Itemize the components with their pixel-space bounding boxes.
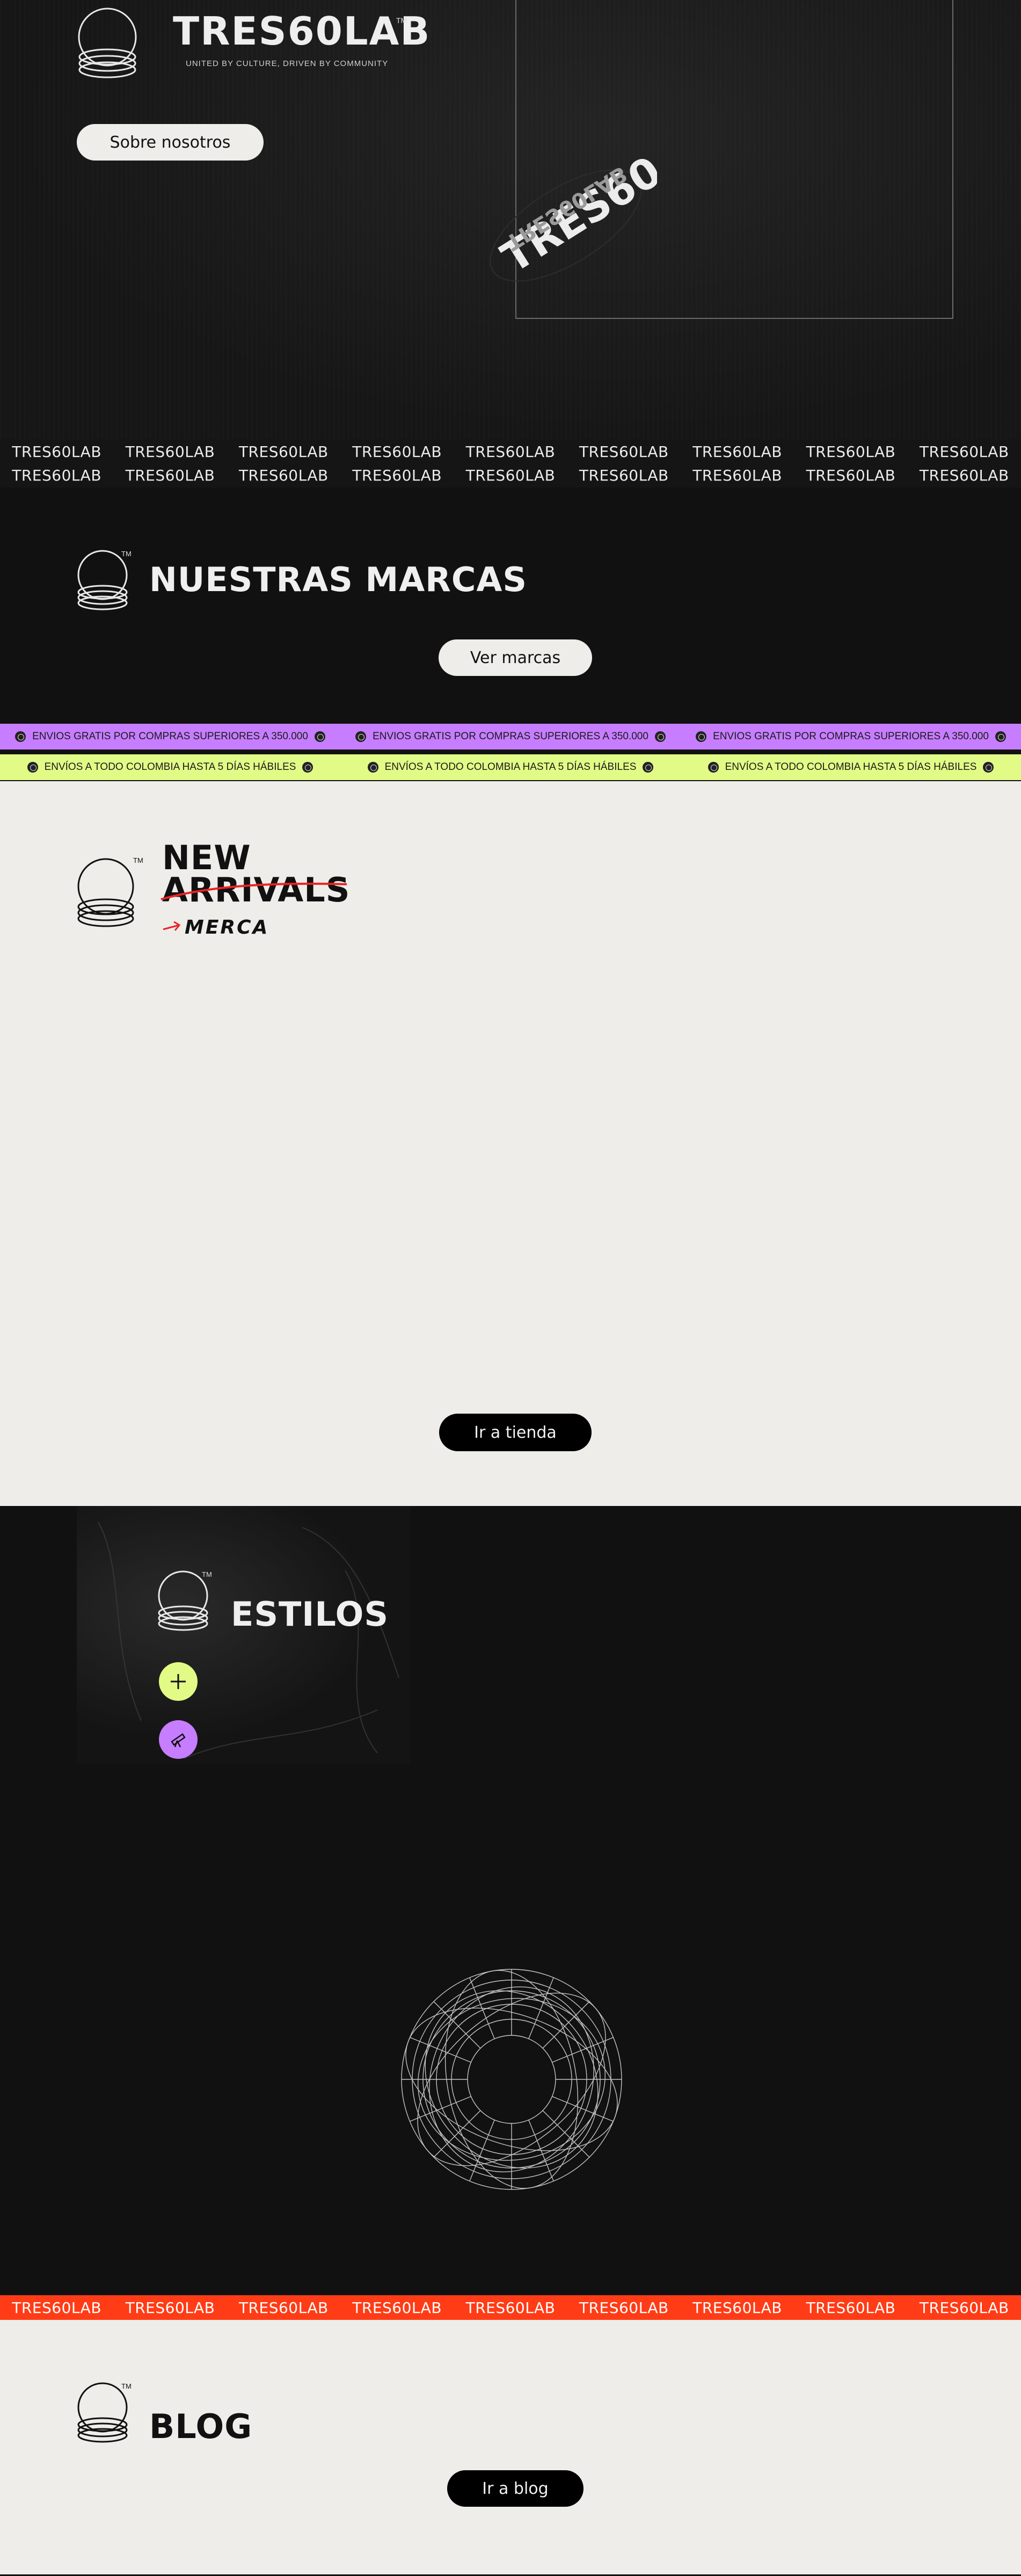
blog-title: BLOG <box>149 2407 253 2446</box>
globe-icon <box>696 731 707 742</box>
strike-through-scribble-icon <box>159 863 351 906</box>
tres60-logo-icon <box>77 2382 130 2443</box>
brands-section: TM NUESTRAS MARCAS Ver marcas <box>0 487 1021 724</box>
globe-icon <box>643 762 654 773</box>
tres60-logo-icon <box>77 549 130 611</box>
strip-item: ENVIOS GRATIS POR COMPRAS SUPERIORES A 3… <box>15 731 325 743</box>
ticker-item: TRES60LAB <box>806 2298 896 2317</box>
ticker-item: TRES60LAB <box>12 442 102 461</box>
brand-ticker-row-2: TRES60LAB TRES60LAB TRES60LAB TRES60LAB … <box>0 463 1021 487</box>
merch-label: MERCA <box>185 916 269 938</box>
ticker-item: TRES60LAB <box>465 2298 556 2317</box>
about-us-button[interactable]: Sobre nosotros <box>77 124 264 161</box>
ticker-item: TRES60LAB <box>465 466 556 484</box>
ticker-item: TRES60LAB <box>579 466 669 484</box>
ticker-item: TRES60LAB <box>465 442 556 461</box>
globe-icon <box>302 762 313 773</box>
trademark-mark: TM <box>121 2382 132 2390</box>
add-style-button[interactable] <box>159 1662 198 1701</box>
globe-icon <box>27 762 38 773</box>
trademark-mark: TM <box>133 856 143 864</box>
brand-ticker-row-1: TRES60LAB TRES60LAB TRES60LAB TRES60LAB … <box>0 439 1021 464</box>
tres60-logo-icon <box>157 1570 211 1632</box>
ticker-item: TRES60LAB <box>352 466 442 484</box>
globe-icon <box>708 762 719 773</box>
styles-title: ESTILOS <box>231 1595 389 1634</box>
tres60-logo-icon <box>77 8 138 80</box>
tres60-spinning-badge-icon: TRES60 L TRES60LAB <box>475 123 705 328</box>
ticker-item: TRES60LAB <box>692 2298 783 2317</box>
ticker-item: TRES60LAB <box>806 466 896 484</box>
ticker-row: TRES60LAB TRES60LAB TRES60LAB TRES60LAB … <box>0 2295 1021 2320</box>
arrow-icon <box>162 919 184 935</box>
strip-item: ENVÍOS A TODO COLOMBIA HASTA 5 DÍAS HÁBI… <box>367 761 654 773</box>
globe-icon <box>367 762 378 773</box>
view-brands-button[interactable]: Ver marcas <box>439 639 592 676</box>
globe-icon <box>654 731 666 742</box>
blog-section: TM BLOG Ir a blog <box>0 2320 1021 2576</box>
strip-item: ENVÍOS A TODO COLOMBIA HASTA 5 DÍAS HÁBI… <box>708 761 994 773</box>
go-to-blog-button[interactable]: Ir a blog <box>447 2470 584 2507</box>
ticker-item: TRES60LAB <box>125 2298 215 2317</box>
globe-icon <box>983 762 994 773</box>
ticker-item: TRES60LAB <box>125 442 215 461</box>
ticker-item: TRES60LAB <box>238 2298 329 2317</box>
ticker-item: TRES60LAB <box>12 2298 102 2317</box>
ticker-item: TRES60LAB <box>919 466 1009 484</box>
ticker-item: TRES60LAB <box>806 442 896 461</box>
ticker-item: TRES60LAB <box>238 442 329 461</box>
strip-item: ENVIOS GRATIS POR COMPRAS SUPERIORES A 3… <box>696 731 1006 743</box>
wireframe-torus-icon <box>397 1965 626 2194</box>
trademark-mark: TM <box>202 1570 212 1578</box>
globe-icon <box>15 731 26 742</box>
explore-styles-button[interactable] <box>159 1720 198 1759</box>
ticker-item: TRES60LAB <box>919 2298 1009 2317</box>
globe-icon <box>995 731 1006 742</box>
hero-section: TRES60LAB TM UNITED BY CULTURE, DRIVEN B… <box>0 0 1021 439</box>
tres60-logo-icon <box>77 857 137 930</box>
ticker-item: TRES60LAB <box>352 2298 442 2317</box>
strip-item: ENVÍOS A TODO COLOMBIA HASTA 5 DÍAS HÁBI… <box>27 761 313 773</box>
ticker-item: TRES60LAB <box>125 466 215 484</box>
plus-icon <box>171 1674 186 1689</box>
brand-tagline: UNITED BY CULTURE, DRIVEN BY COMMUNITY <box>186 59 389 68</box>
styles-card <box>77 1506 411 1764</box>
trademark-mark: TM <box>396 16 407 25</box>
ticker-item: TRES60LAB <box>919 442 1009 461</box>
go-to-shop-button[interactable]: Ir a tienda <box>439 1414 592 1451</box>
telescope-icon <box>171 1733 186 1748</box>
ticker-item: TRES60LAB <box>238 466 329 484</box>
brands-title: NUESTRAS MARCAS <box>149 560 528 599</box>
ticker-item: TRES60LAB <box>352 442 442 461</box>
brand-wordmark: TRES60LAB <box>173 9 431 54</box>
ticker-item: TRES60LAB <box>692 466 783 484</box>
trademark-mark: TM <box>121 550 132 558</box>
ticker-item: TRES60LAB <box>692 442 783 461</box>
ticker-item: TRES60LAB <box>12 466 102 484</box>
free-shipping-strip: ENVIOS GRATIS POR COMPRAS SUPERIORES A 3… <box>0 724 1021 749</box>
globe-icon <box>355 731 367 742</box>
ticker-item: TRES60LAB <box>579 2298 669 2317</box>
ticker-item: TRES60LAB <box>579 442 669 461</box>
new-arrivals-section: TM NEW ARRIVALS MERCA Ir a tienda <box>0 781 1021 1506</box>
globe-icon <box>314 731 325 742</box>
red-brand-ticker: TRES60LAB TRES60LAB TRES60LAB TRES60LAB … <box>0 2295 1021 2320</box>
colombia-shipping-strip: ENVÍOS A TODO COLOMBIA HASTA 5 DÍAS HÁBI… <box>0 754 1021 780</box>
strip-item: ENVIOS GRATIS POR COMPRAS SUPERIORES A 3… <box>355 731 666 743</box>
